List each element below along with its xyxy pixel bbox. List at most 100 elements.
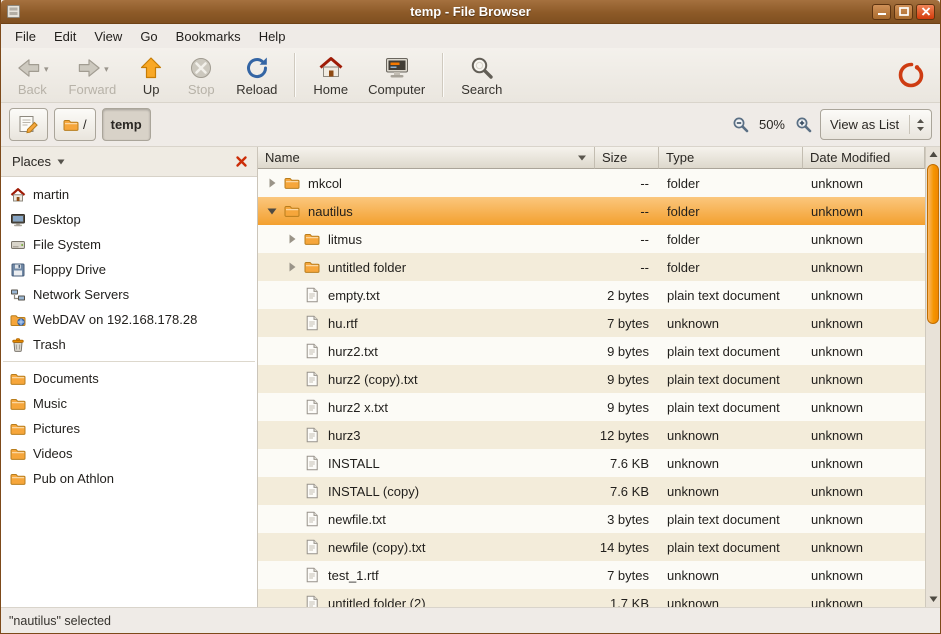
file-row-install-copy[interactable]: INSTALL (copy)7.6 KBunknownunknown	[258, 477, 925, 505]
file-row-test-1-rtf[interactable]: test_1.rtf7 bytesunknownunknown	[258, 561, 925, 589]
scroll-up-button[interactable]	[926, 147, 940, 162]
minimize-button[interactable]	[872, 4, 891, 20]
sidebar-view-select[interactable]: Places	[8, 151, 69, 172]
close-button[interactable]	[916, 4, 935, 20]
floppy-icon	[10, 262, 26, 278]
zoom-out-button[interactable]	[730, 114, 751, 135]
toolbar-button-label: Stop	[188, 82, 215, 97]
home-icon	[318, 55, 344, 81]
expander-collapsed-icon[interactable]	[284, 233, 299, 245]
sidebar-close-button[interactable]	[233, 153, 250, 170]
expander-collapsed-icon[interactable]	[264, 177, 279, 189]
file-icon	[304, 427, 320, 443]
type-cell: folder	[659, 197, 803, 225]
path-root-button[interactable]: /	[54, 108, 96, 141]
file-row-empty-txt[interactable]: empty.txt2 bytesplain text documentunkno…	[258, 281, 925, 309]
reload-button[interactable]: Reload	[227, 52, 286, 99]
menu-help[interactable]: Help	[250, 25, 295, 48]
toolbar-button-label: Forward	[69, 82, 117, 97]
sidebar-item-documents[interactable]: Documents	[1, 366, 257, 391]
forward-button: ▾ Forward	[60, 52, 126, 99]
titlebar[interactable]: temp - File Browser	[1, 0, 940, 24]
date-modified-cell: unknown	[803, 477, 925, 505]
sidebar-item-martin[interactable]: martin	[1, 182, 257, 207]
webdav-icon	[10, 312, 26, 328]
toggle-location-entry-button[interactable]	[9, 108, 48, 141]
file-row-nautilus[interactable]: nautilus--folderunknown	[258, 197, 925, 225]
file-row-litmus[interactable]: litmus--folderunknown	[258, 225, 925, 253]
file-row-untitled-folder[interactable]: untitled folder--folderunknown	[258, 253, 925, 281]
sidebar-item-network-servers[interactable]: Network Servers	[1, 282, 257, 307]
sidebar-item-label: File System	[33, 237, 101, 252]
expander-collapsed-icon[interactable]	[284, 261, 299, 273]
vertical-scrollbar[interactable]	[925, 147, 940, 607]
toolbar-separator	[294, 53, 296, 97]
menu-edit[interactable]: Edit	[45, 25, 85, 48]
file-row-newfile-copy-txt[interactable]: newfile (copy).txt14 bytesplain text doc…	[258, 533, 925, 561]
sidebar-item-videos[interactable]: Videos	[1, 441, 257, 466]
file-row-hu-rtf[interactable]: hu.rtf7 bytesunknownunknown	[258, 309, 925, 337]
computer-button[interactable]: Computer	[359, 52, 434, 99]
file-name: INSTALL	[328, 456, 380, 471]
type-cell: folder	[659, 169, 803, 197]
up-button[interactable]: Up	[127, 52, 175, 99]
scrollbar-trough[interactable]	[926, 162, 940, 592]
sidebar-item-file-system[interactable]: File System	[1, 232, 257, 257]
menu-view[interactable]: View	[85, 25, 131, 48]
file-row-hurz2-txt[interactable]: hurz2.txt9 bytesplain text documentunkno…	[258, 337, 925, 365]
folder-icon	[10, 471, 26, 487]
path-current-button[interactable]: temp	[102, 108, 151, 141]
sidebar-item-desktop[interactable]: Desktop	[1, 207, 257, 232]
chevron-down-icon[interactable]: ▾	[44, 64, 49, 75]
file-row-newfile-txt[interactable]: newfile.txt3 bytesplain text documentunk…	[258, 505, 925, 533]
column-header-date-modified[interactable]: Date Modified	[803, 147, 925, 169]
scroll-down-button[interactable]	[926, 592, 940, 607]
scrollbar-thumb[interactable]	[927, 164, 939, 324]
menu-go[interactable]: Go	[131, 25, 166, 48]
home-button[interactable]: Home	[304, 52, 357, 99]
name-cell: empty.txt	[258, 281, 595, 309]
type-cell: plain text document	[659, 337, 803, 365]
name-cell: hu.rtf	[258, 309, 595, 337]
file-row-hurz3[interactable]: hurz312 bytesunknownunknown	[258, 421, 925, 449]
file-name: untitled folder (2)	[328, 596, 426, 608]
file-row-untitled-folder-2[interactable]: untitled folder (2)1.7 KBunknownunknown	[258, 589, 925, 607]
sidebar-item-pictures[interactable]: Pictures	[1, 416, 257, 441]
sidebar-item-label: martin	[33, 187, 69, 202]
sidebar-item-pub-on-athlon[interactable]: Pub on Athlon	[1, 466, 257, 491]
type-cell: unknown	[659, 309, 803, 337]
column-header-type[interactable]: Type	[659, 147, 803, 169]
expander-expanded-icon[interactable]	[264, 205, 279, 217]
chevron-down-icon[interactable]: ▾	[104, 64, 109, 75]
file-row-hurz2-x-txt[interactable]: hurz2 x.txt9 bytesplain text documentunk…	[258, 393, 925, 421]
file-name: hurz2 x.txt	[328, 400, 388, 415]
sidebar-item-webdav-on-192-168-178-28[interactable]: WebDAV on 192.168.178.28	[1, 307, 257, 332]
zoom-in-button[interactable]	[793, 114, 814, 135]
search-button[interactable]: Search	[452, 52, 511, 99]
file-icon	[304, 595, 320, 607]
sidebar-item-label: Trash	[33, 337, 66, 352]
column-header-name[interactable]: Name	[258, 147, 595, 169]
sidebar-item-trash[interactable]: Trash	[1, 332, 257, 357]
sidebar-header: Places	[1, 147, 257, 177]
menu-file[interactable]: File	[6, 25, 45, 48]
file-row-mkcol[interactable]: mkcol--folderunknown	[258, 169, 925, 197]
size-cell: 1.7 KB	[595, 589, 659, 607]
name-cell: INSTALL	[258, 449, 595, 477]
sidebar-item-floppy-drive[interactable]: Floppy Drive	[1, 257, 257, 282]
menu-bookmarks[interactable]: Bookmarks	[167, 25, 250, 48]
size-cell: 9 bytes	[595, 337, 659, 365]
date-modified-cell: unknown	[803, 197, 925, 225]
file-row-install[interactable]: INSTALL7.6 KBunknownunknown	[258, 449, 925, 477]
back-icon	[16, 55, 42, 81]
size-cell: 2 bytes	[595, 281, 659, 309]
maximize-button[interactable]	[894, 4, 913, 20]
type-cell: folder	[659, 225, 803, 253]
zoom-out-icon	[732, 116, 749, 133]
sidebar-item-music[interactable]: Music	[1, 391, 257, 416]
type-cell: unknown	[659, 589, 803, 607]
view-mode-select[interactable]: View as List	[820, 109, 932, 140]
sort-indicator-icon	[577, 154, 587, 162]
file-row-hurz2-copy-txt[interactable]: hurz2 (copy).txt9 bytesplain text docume…	[258, 365, 925, 393]
column-header-size[interactable]: Size	[595, 147, 659, 169]
